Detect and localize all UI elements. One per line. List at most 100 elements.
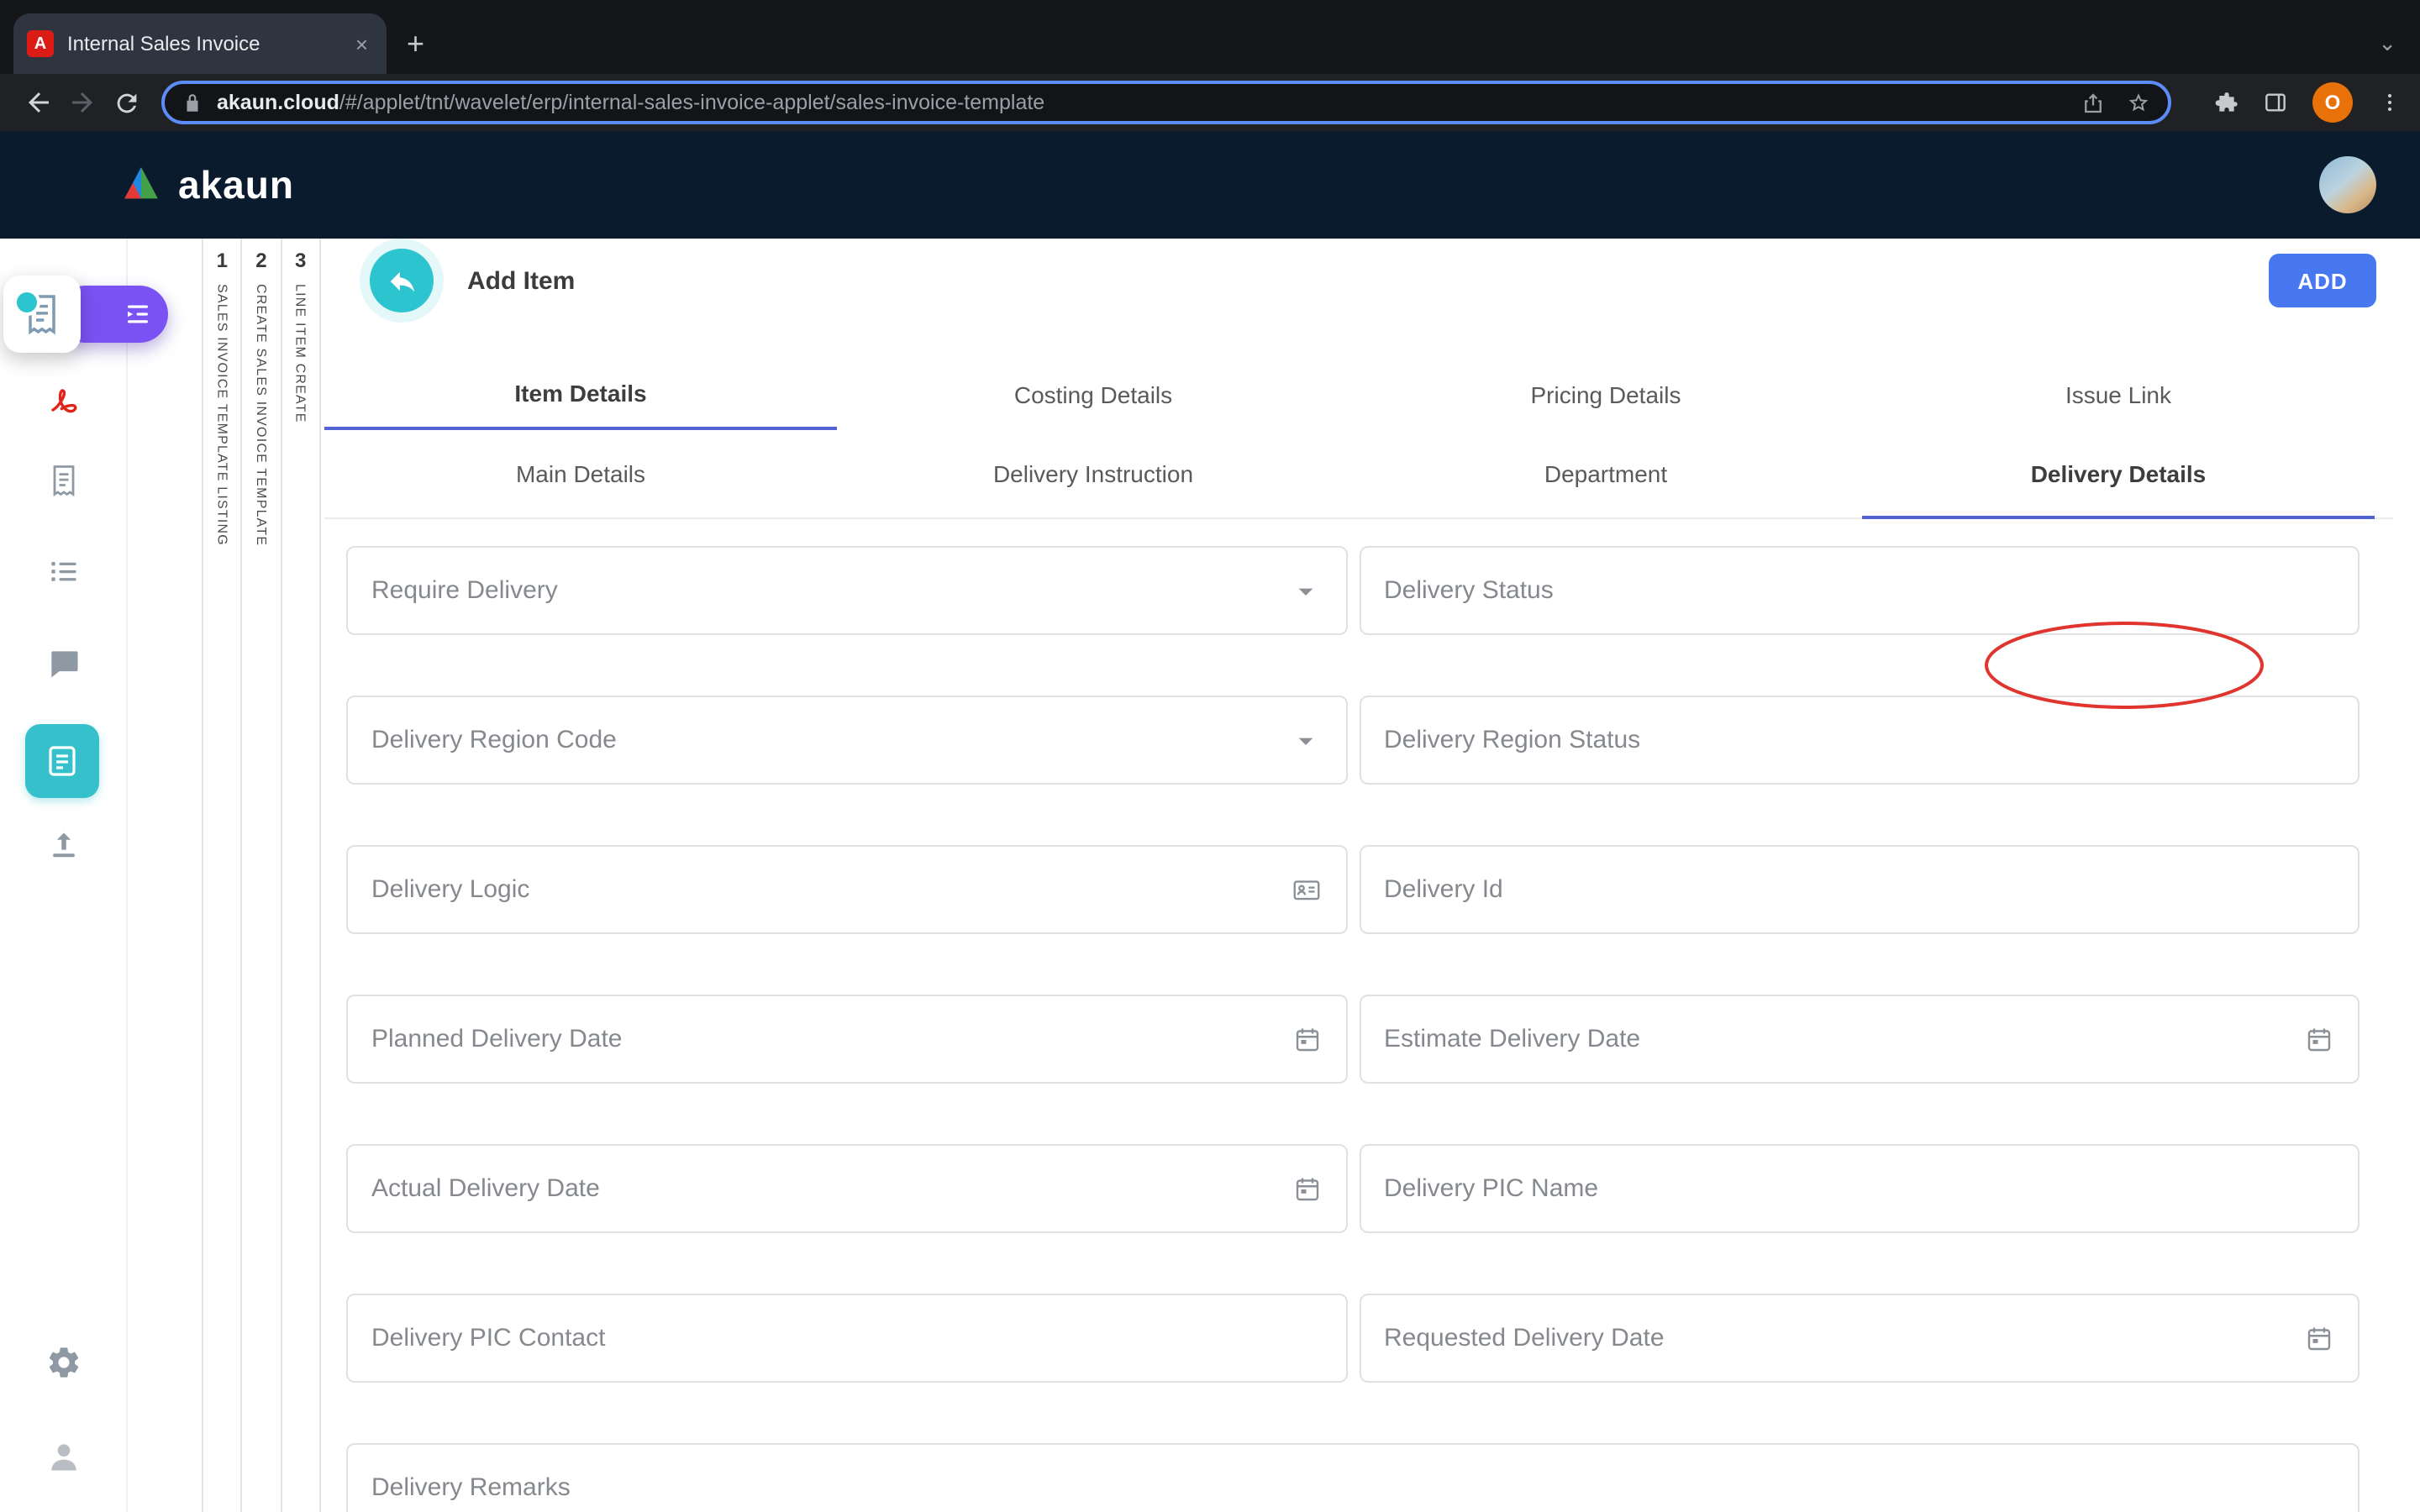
field-label: Delivery Region Code: [371, 726, 1288, 754]
url-path: /#/applet/tnt/wavelet/erp/internal-sales…: [339, 91, 1044, 114]
step-1[interactable]: 1 SALES INVOICE TEMPLATE LISTING: [202, 239, 241, 1512]
field-label: Delivery PIC Name: [1384, 1174, 2334, 1203]
list-icon[interactable]: [45, 553, 82, 590]
field-label: Actual Delivery Date: [371, 1174, 1292, 1203]
add-button[interactable]: ADD: [2269, 254, 2376, 307]
brand-name: akaun: [178, 162, 294, 207]
page-head: Add Item ADD: [370, 249, 2376, 312]
field-estimate-delivery-date[interactable]: Estimate Delivery Date: [1359, 995, 2360, 1084]
indent-list-icon: [123, 299, 153, 329]
wizard-steps-rail: 1 SALES INVOICE TEMPLATE LISTING 2 CREAT…: [202, 239, 321, 1512]
user-avatar[interactable]: [2319, 156, 2376, 213]
pdf-icon[interactable]: [43, 381, 83, 422]
settings-gear-icon[interactable]: [45, 1344, 82, 1381]
share-icon[interactable]: [2081, 90, 2106, 115]
step-label: LINE ITEM CREATE: [293, 284, 308, 423]
contact-card-icon[interactable]: [1290, 874, 1322, 906]
field-label: Delivery PIC Contact: [371, 1324, 1322, 1352]
field-label: Delivery Region Status: [1384, 726, 2334, 754]
field-delivery-region-code[interactable]: Delivery Region Code: [346, 696, 1347, 785]
new-tab-button[interactable]: +: [407, 29, 424, 59]
step-number: 2: [255, 249, 266, 272]
field-label: Delivery Logic: [371, 875, 1290, 904]
side-panel-icon[interactable]: [2262, 89, 2289, 116]
tab-close-icon[interactable]: ×: [350, 31, 373, 56]
bookmark-star-icon[interactable]: [2126, 90, 2151, 115]
field-requested-delivery-date[interactable]: Requested Delivery Date: [1359, 1294, 2360, 1383]
tab-costing-details[interactable]: Costing Details: [837, 360, 1349, 430]
browser-tab[interactable]: A Internal Sales Invoice ×: [13, 13, 387, 74]
subtab-delivery-details[interactable]: Delivery Details: [1862, 430, 2375, 519]
subtab-department[interactable]: Department: [1349, 430, 1862, 517]
page-title: Add Item: [467, 266, 575, 295]
browser-toolbar: akaun.cloud/#/applet/tnt/wavelet/erp/int…: [0, 74, 2420, 131]
field-delivery-status[interactable]: Delivery Status: [1359, 546, 2360, 635]
chevron-down-icon[interactable]: [1288, 574, 1322, 607]
tab-issue-link[interactable]: Issue Link: [1862, 360, 2375, 430]
field-label: Delivery Remarks: [371, 1473, 2334, 1502]
field-label: Planned Delivery Date: [371, 1025, 1292, 1053]
browser-profile-avatar[interactable]: O: [2312, 82, 2353, 123]
chat-icon[interactable]: [45, 645, 82, 682]
app-header: akaun: [0, 131, 2420, 239]
field-require-delivery[interactable]: Require Delivery: [346, 546, 1347, 635]
tab-pricing-details[interactable]: Pricing Details: [1349, 360, 1862, 430]
calendar-icon[interactable]: [1292, 1024, 1322, 1054]
calendar-icon[interactable]: [2304, 1024, 2334, 1054]
floating-widget[interactable]: [3, 269, 171, 360]
tab-bar: Item Details Costing Details Pricing Det…: [324, 360, 2393, 430]
field-label: Require Delivery: [371, 576, 1288, 605]
back-icon[interactable]: [17, 81, 60, 124]
field-planned-delivery-date[interactable]: Planned Delivery Date: [346, 995, 1347, 1084]
forward-icon[interactable]: [60, 81, 104, 124]
subtab-main-details[interactable]: Main Details: [324, 430, 837, 517]
field-actual-delivery-date[interactable]: Actual Delivery Date: [346, 1144, 1347, 1233]
delivery-details-form: Require Delivery Delivery Status Deliver…: [346, 546, 2360, 1512]
chevron-down-icon[interactable]: [1288, 723, 1322, 757]
person-icon[interactable]: [45, 1438, 82, 1475]
invoice-document-icon[interactable]: [45, 462, 82, 499]
upload-icon[interactable]: [45, 828, 82, 865]
step-3[interactable]: 3 LINE ITEM CREATE: [280, 239, 319, 1512]
back-button[interactable]: [370, 249, 434, 312]
field-delivery-pic-contact[interactable]: Delivery PIC Contact: [346, 1294, 1347, 1383]
field-delivery-id[interactable]: Delivery Id: [1359, 845, 2360, 934]
sidebar-item-active-applet[interactable]: [25, 724, 99, 798]
step-label: CREATE SALES INVOICE TEMPLATE: [254, 284, 269, 546]
tab-favicon-icon: A: [27, 30, 54, 57]
screen: A Internal Sales Invoice × + ⌄ akaun.clo…: [0, 0, 2420, 1512]
menu-kebab-icon[interactable]: [2376, 89, 2403, 116]
page-body: 1 SALES INVOICE TEMPLATE LISTING 2 CREAT…: [0, 239, 2420, 1512]
tab-search-chevron-icon[interactable]: ⌄: [2378, 30, 2396, 57]
extensions-puzzle-icon[interactable]: [2212, 89, 2238, 116]
reload-icon[interactable]: [104, 81, 148, 124]
tab-item-details[interactable]: Item Details: [324, 360, 837, 430]
browser-tab-strip: A Internal Sales Invoice × + ⌄: [0, 0, 2420, 74]
teal-dot-icon: [13, 289, 40, 316]
main-content: Add Item ADD Item Details Costing Detail…: [319, 239, 2420, 1512]
akaun-triangle-icon: [118, 161, 165, 208]
ledger-icon: [42, 741, 82, 781]
subtab-bar: Main Details Delivery Instruction Depart…: [324, 430, 2393, 519]
tab-title: Internal Sales Invoice: [67, 32, 350, 55]
field-delivery-logic[interactable]: Delivery Logic: [346, 845, 1347, 934]
field-delivery-pic-name[interactable]: Delivery PIC Name: [1359, 1144, 2360, 1233]
back-arrow-icon: [386, 265, 418, 297]
field-label: Requested Delivery Date: [1384, 1324, 2304, 1352]
calendar-icon[interactable]: [1292, 1173, 1322, 1204]
akaun-logo[interactable]: akaun: [118, 161, 294, 208]
subtab-delivery-instruction[interactable]: Delivery Instruction: [837, 430, 1349, 517]
calendar-icon[interactable]: [2304, 1323, 2334, 1353]
url-text: akaun.cloud/#/applet/tnt/wavelet/erp/int…: [217, 91, 2060, 114]
widget-card[interactable]: [3, 276, 81, 353]
url-domain: akaun.cloud: [217, 91, 339, 114]
lock-icon: [182, 92, 203, 113]
url-bar[interactable]: akaun.cloud/#/applet/tnt/wavelet/erp/int…: [161, 81, 2171, 124]
step-label: SALES INVOICE TEMPLATE LISTING: [214, 284, 229, 546]
step-number: 3: [295, 249, 306, 272]
field-label: Estimate Delivery Date: [1384, 1025, 2304, 1053]
field-delivery-remarks[interactable]: Delivery Remarks: [346, 1443, 2360, 1512]
step-2[interactable]: 2 CREATE SALES INVOICE TEMPLATE: [241, 239, 281, 1512]
app-sidebar: [0, 239, 128, 1512]
field-delivery-region-status[interactable]: Delivery Region Status: [1359, 696, 2360, 785]
